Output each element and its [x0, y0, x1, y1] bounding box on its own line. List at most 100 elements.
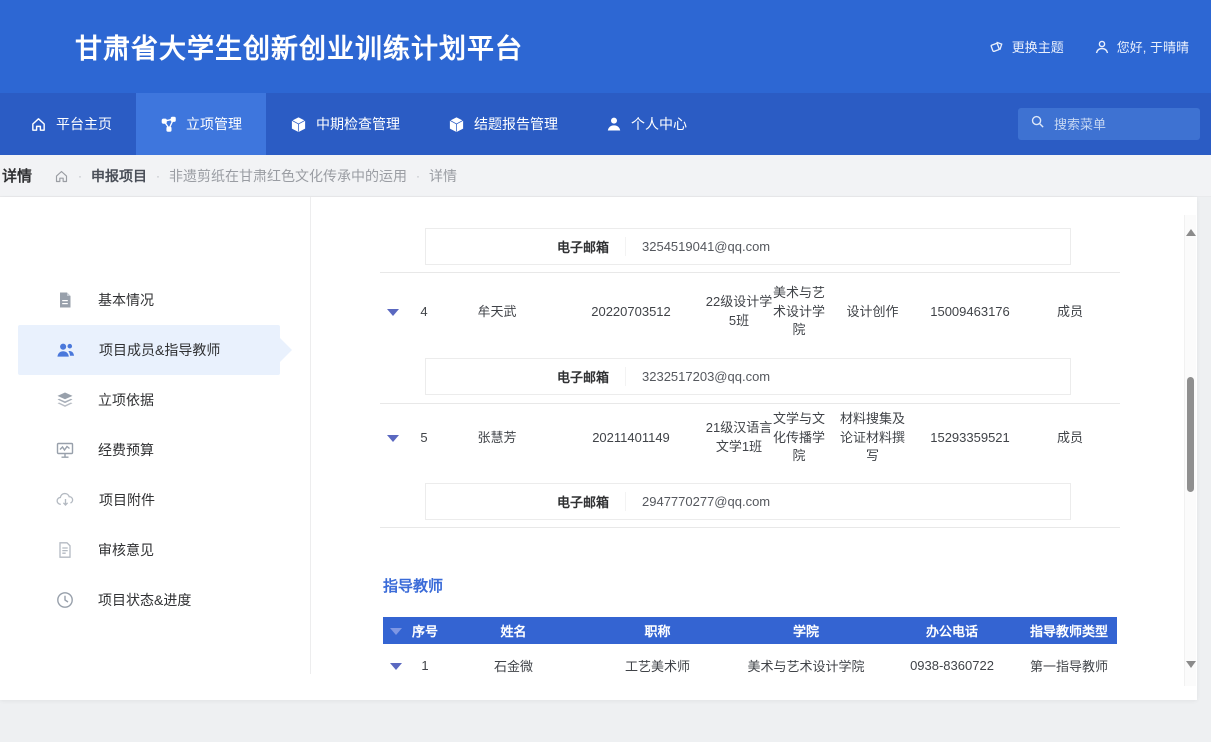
search-input[interactable]	[1054, 117, 1174, 132]
document-icon	[56, 291, 74, 309]
sidebar-item-basis[interactable]: 立项依据	[18, 375, 280, 425]
member-student-id: 20220703512	[557, 303, 705, 322]
advisor-title: 工艺美术师	[586, 656, 729, 675]
member-table-row: 4 牟天武 20220703512 22级设计学5班 美术与艺术设计学院 设计创…	[375, 282, 1120, 342]
member-college: 文学与文化传播学院	[773, 410, 825, 467]
page-title: 详情	[2, 165, 32, 186]
member-class: 21级汉语言文学1班	[705, 419, 773, 457]
users-icon	[56, 341, 75, 359]
nav-item-personal-center[interactable]: 个人中心	[582, 93, 711, 155]
cloud-download-icon	[56, 491, 75, 509]
share-nodes-icon	[160, 116, 177, 133]
column-header: 指导教师类型	[1021, 621, 1117, 640]
breadcrumb-link-declared-projects[interactable]: 申报项目	[91, 166, 147, 186]
detail-sidebar: 基本情况 项目成员&指导教师 立项依据 经费预算 项目附件	[0, 197, 311, 674]
member-name: 牟天武	[437, 303, 557, 322]
member-email-row: 电子邮箱 3232517203@qq.com	[425, 358, 1071, 395]
member-class: 22级设计学5班	[705, 293, 773, 331]
member-table-row: 5 张慧芳 20211401149 21级汉语言文学1班 文学与文化传播学院 材…	[375, 408, 1120, 468]
column-header: 办公电话	[883, 621, 1021, 640]
member-name: 张慧芳	[437, 429, 557, 448]
main-nav: 平台主页 立项管理 中期检查管理 结题报告管理 个人中心	[0, 93, 1211, 155]
advisor-phone: 0938-8360722	[883, 658, 1021, 673]
sidebar-item-label: 审核意见	[98, 540, 154, 560]
member-role: 成员	[1020, 429, 1120, 448]
member-role: 成员	[1020, 303, 1120, 322]
breadcrumb-separator: ·	[156, 169, 160, 183]
sidebar-item-label: 项目状态&进度	[98, 590, 191, 610]
column-header: 姓名	[441, 621, 586, 640]
home-icon	[30, 116, 47, 133]
nav-label: 平台主页	[56, 114, 112, 134]
user-menu[interactable]: 您好, 于晴晴	[1094, 37, 1189, 56]
member-no: 4	[411, 303, 437, 322]
nav-item-final-report[interactable]: 结题报告管理	[424, 93, 582, 155]
user-greeting: 您好, 于晴晴	[1117, 37, 1189, 56]
caret-down-icon[interactable]	[390, 628, 402, 635]
sidebar-item-label: 项目成员&指导教师	[99, 340, 220, 360]
breadcrumb-separator: ·	[78, 169, 82, 183]
caret-down-icon[interactable]	[387, 309, 399, 316]
nav-label: 中期检查管理	[316, 114, 400, 134]
document-lines-icon	[56, 541, 74, 559]
sidebar-item-basic-info[interactable]: 基本情况	[18, 275, 280, 325]
member-email-row: 电子邮箱 2947770277@qq.com	[425, 483, 1071, 520]
sidebar-item-label: 项目附件	[99, 490, 155, 510]
breadcrumb-separator: ·	[416, 169, 420, 183]
advisor-name: 石金微	[441, 656, 586, 675]
column-header: 职称	[586, 621, 729, 640]
sidebar-item-label: 立项依据	[98, 390, 154, 410]
theme-switch-button[interactable]: 更换主题	[990, 37, 1064, 56]
member-phone: 15009463176	[920, 303, 1020, 322]
column-header: 学院	[729, 621, 883, 640]
advisors-section-title: 指导教师	[383, 575, 443, 596]
sidebar-item-label: 基本情况	[98, 290, 154, 310]
sidebar-item-status-progress[interactable]: 项目状态&进度	[18, 575, 280, 625]
cube-icon	[290, 116, 307, 133]
email-label: 电子邮箱	[426, 237, 626, 256]
advisors-table-header: 序号 姓名 职称 学院 办公电话 指导教师类型	[383, 617, 1117, 644]
app-header: 甘肃省大学生创新创业训练计划平台 更换主题 您好, 于晴晴	[0, 0, 1211, 93]
email-label: 电子邮箱	[426, 367, 626, 386]
breadcrumb-current: 详情	[429, 166, 457, 186]
member-student-id: 20211401149	[557, 429, 705, 448]
member-detail-panel: 电子邮箱 3254519041@qq.com 4 牟天武 20220703512…	[375, 197, 1120, 700]
sidebar-item-members-advisors[interactable]: 项目成员&指导教师	[18, 325, 280, 375]
scroll-up-arrow-icon[interactable]	[1186, 229, 1196, 236]
user-icon	[1094, 39, 1110, 55]
content-scrollbar[interactable]	[1184, 215, 1196, 686]
scrollbar-thumb[interactable]	[1187, 377, 1194, 492]
member-college: 美术与艺术设计学院	[773, 284, 825, 341]
caret-down-icon[interactable]	[390, 663, 402, 670]
breadcrumb-project-name: 非遗剪纸在甘肃红色文化传承中的运用	[169, 166, 407, 186]
email-value: 3232517203@qq.com	[626, 369, 770, 384]
nav-item-project-management[interactable]: 立项管理	[136, 93, 266, 155]
header-actions: 更换主题 您好, 于晴晴	[990, 37, 1189, 56]
person-icon	[606, 116, 622, 132]
nav-label: 结题报告管理	[474, 114, 558, 134]
nav-item-midterm-check[interactable]: 中期检查管理	[266, 93, 424, 155]
theme-icon	[990, 39, 1005, 54]
breadcrumb-home-icon[interactable]	[54, 168, 69, 184]
row-divider	[380, 403, 1120, 404]
advisor-no: 1	[409, 658, 441, 673]
caret-down-icon[interactable]	[387, 435, 399, 442]
sidebar-item-label: 经费预算	[98, 440, 154, 460]
sidebar-item-attachments[interactable]: 项目附件	[18, 475, 280, 525]
sidebar-item-review-comments[interactable]: 审核意见	[18, 525, 280, 575]
breadcrumb: 详情 · 申报项目 · 非遗剪纸在甘肃红色文化传承中的运用 · 详情	[0, 155, 1211, 197]
email-label: 电子邮箱	[426, 492, 626, 511]
scroll-down-arrow-icon[interactable]	[1186, 661, 1196, 668]
nav-item-platform-home[interactable]: 平台主页	[6, 93, 136, 155]
row-divider	[380, 272, 1120, 273]
member-no: 5	[411, 429, 437, 448]
row-divider	[380, 527, 1120, 528]
app-title: 甘肃省大学生创新创业训练计划平台	[75, 27, 523, 66]
cube-icon	[448, 116, 465, 133]
email-value: 2947770277@qq.com	[626, 494, 770, 509]
advisor-type: 第一指导教师	[1021, 656, 1117, 675]
sidebar-item-budget[interactable]: 经费预算	[18, 425, 280, 475]
menu-search	[1018, 108, 1200, 140]
clock-icon	[56, 591, 74, 609]
email-value: 3254519041@qq.com	[626, 239, 770, 254]
